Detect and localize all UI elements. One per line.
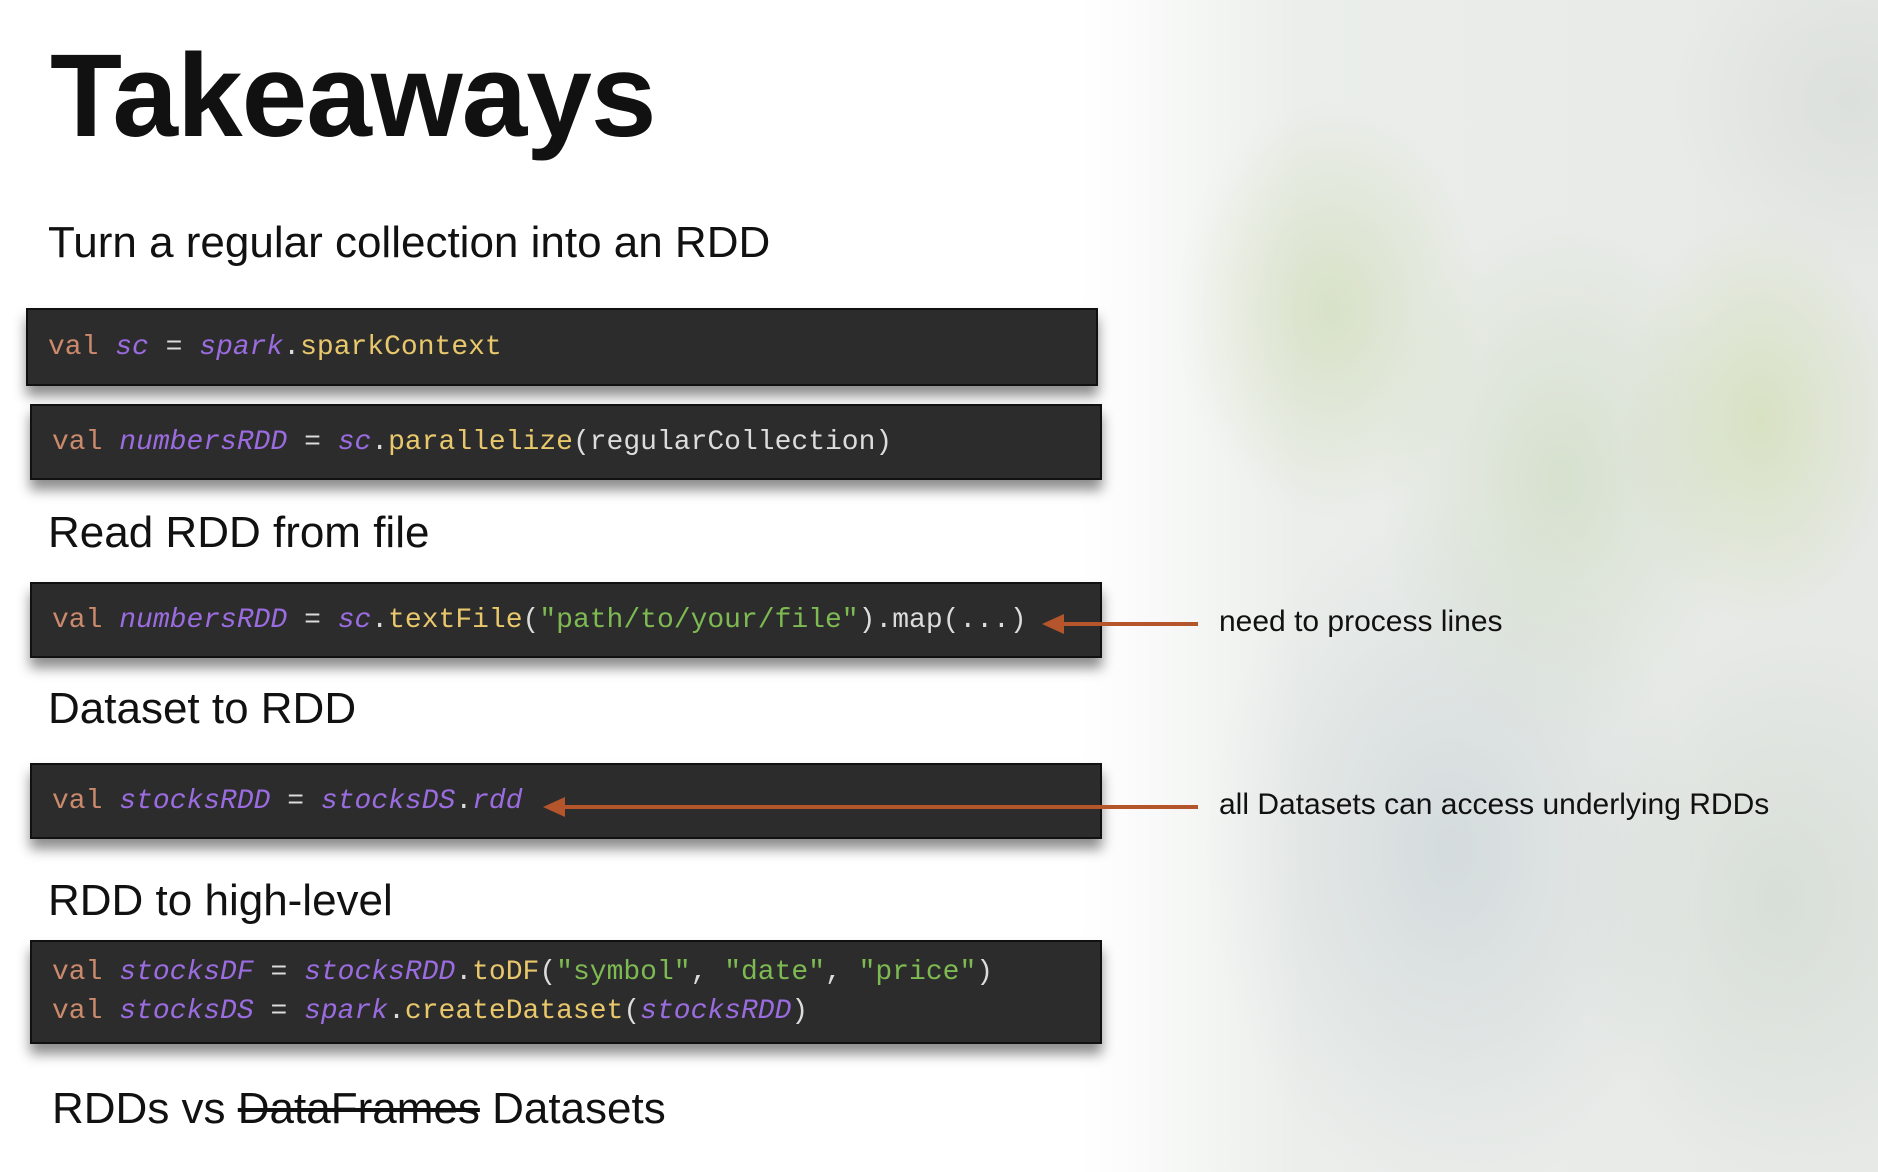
code-token: sc — [337, 604, 372, 636]
code-line: val sc = spark.sparkContext — [48, 328, 1096, 367]
code-block-parallelize: val numbersRDD = sc.parallelize(regularC… — [30, 404, 1102, 480]
code-token: stocksDS — [119, 996, 254, 1027]
code-token: val — [52, 604, 103, 636]
code-token: ( — [623, 996, 641, 1027]
code-token: "path/to/your/file" — [539, 604, 859, 636]
code-token: ) — [976, 957, 994, 988]
code-token: . — [371, 604, 389, 636]
arrow-left-icon — [1042, 614, 1198, 634]
code-token: spark — [199, 331, 284, 363]
arrow-left-icon — [543, 797, 1198, 817]
code-token: textFile — [388, 604, 523, 636]
code-token: ) — [791, 996, 809, 1027]
code-line: val stocksDS = spark.createDataset(stock… — [52, 992, 1100, 1031]
code-token: ( — [522, 604, 540, 636]
code-token: stocksDS — [320, 785, 456, 817]
code-token: . — [388, 996, 405, 1027]
code-token: stocksRDD — [119, 785, 271, 817]
code-block-spark-context: val sc = spark.sparkContext — [26, 308, 1098, 386]
code-token: toDF — [472, 957, 540, 988]
code-token: stocksRDD — [640, 996, 792, 1027]
code-block-to-df-ds: val stocksDF = stocksRDD.toDF("symbol", … — [30, 940, 1102, 1044]
struck-text: DataFrames — [237, 1084, 480, 1133]
code-token: sc — [115, 331, 149, 363]
code-token: val — [52, 426, 103, 458]
footer-text: RDDs vs — [52, 1084, 238, 1133]
footer-comparison: RDDs vs DataFrames Datasets — [52, 1084, 666, 1134]
heading-dataset-to-rdd: Dataset to RDD — [48, 684, 357, 733]
code-token: , — [825, 957, 859, 988]
code-token: = — [148, 331, 200, 363]
code-line: val stocksDF = stocksRDD.toDF("symbol", … — [52, 953, 1100, 992]
annotation-process-lines: need to process lines — [1219, 605, 1503, 638]
code-token: (regularCollection) — [572, 426, 893, 458]
slide-title: Takeaways — [50, 30, 656, 162]
code-line: val numbersRDD = sc.parallelize(regularC… — [52, 423, 1100, 462]
code-token: "date" — [724, 957, 826, 988]
code-token: = — [270, 785, 321, 817]
code-token: ).map(...) — [858, 604, 1027, 636]
code-token: val — [52, 785, 103, 817]
code-token: rdd — [472, 785, 523, 817]
code-token: numbersRDD — [119, 426, 288, 458]
code-token: = — [287, 426, 338, 458]
code-token: spark — [304, 996, 389, 1027]
code-block-ds-rdd: val stocksRDD = stocksDS.rdd — [30, 763, 1102, 839]
code-token: . — [371, 426, 389, 458]
code-token: = — [287, 604, 338, 636]
code-token: . — [283, 331, 301, 363]
code-token: sparkContext — [300, 331, 502, 363]
code-token: stocksRDD — [304, 957, 456, 988]
code-line: val stocksRDD = stocksDS.rdd — [52, 782, 1100, 821]
code-token: val — [52, 957, 103, 988]
code-token: parallelize — [388, 426, 573, 458]
heading-read-from-file: Read RDD from file — [48, 508, 430, 557]
code-token: stocksDF — [119, 957, 254, 988]
code-token: numbersRDD — [119, 604, 288, 636]
footer-text: Datasets — [479, 1084, 666, 1133]
code-token: = — [253, 996, 305, 1027]
code-token: sc — [337, 426, 372, 458]
code-line: val numbersRDD = sc.textFile("path/to/yo… — [52, 601, 1100, 640]
code-token: createDataset — [404, 996, 624, 1027]
code-block-textfile: val numbersRDD = sc.textFile("path/to/yo… — [30, 582, 1102, 658]
code-token: ( — [539, 957, 557, 988]
code-token: "symbol" — [556, 957, 691, 988]
heading-collection-to-rdd: Turn a regular collection into an RDD — [48, 218, 771, 267]
code-token: . — [455, 785, 473, 817]
annotation-underlying-rdds: all Datasets can access underlying RDDs — [1219, 788, 1770, 821]
code-token: val — [52, 996, 103, 1027]
code-token: "price" — [858, 957, 977, 988]
code-token: val — [48, 331, 99, 363]
heading-rdd-to-high-level: RDD to high-level — [48, 876, 393, 925]
code-token: , — [690, 957, 725, 988]
code-token: . — [455, 957, 473, 988]
code-token: = — [253, 957, 305, 988]
